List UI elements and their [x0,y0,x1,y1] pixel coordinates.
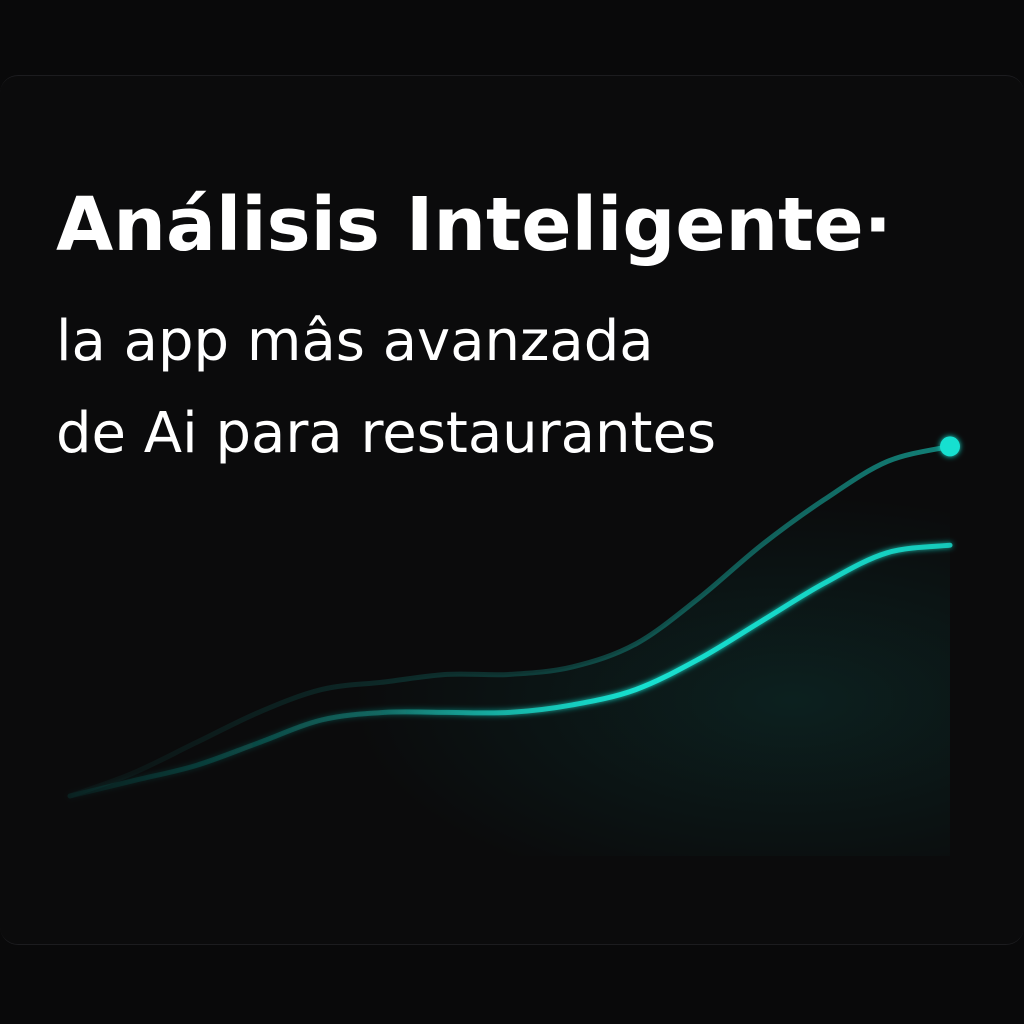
chart-endpoint-dot [940,436,960,457]
hero-card: Análisis Inteligente· la app mâs avanzad… [0,75,1024,945]
headline: Análisis Inteligente· [56,182,892,268]
subtitle-line-2: de Ai para restaurantes [56,401,717,466]
canvas: Análisis Inteligente· la app mâs avanzad… [0,0,1024,1024]
chart-area-glow [70,446,950,856]
subtitle-line-1: la app mâs avanzada [56,309,654,374]
